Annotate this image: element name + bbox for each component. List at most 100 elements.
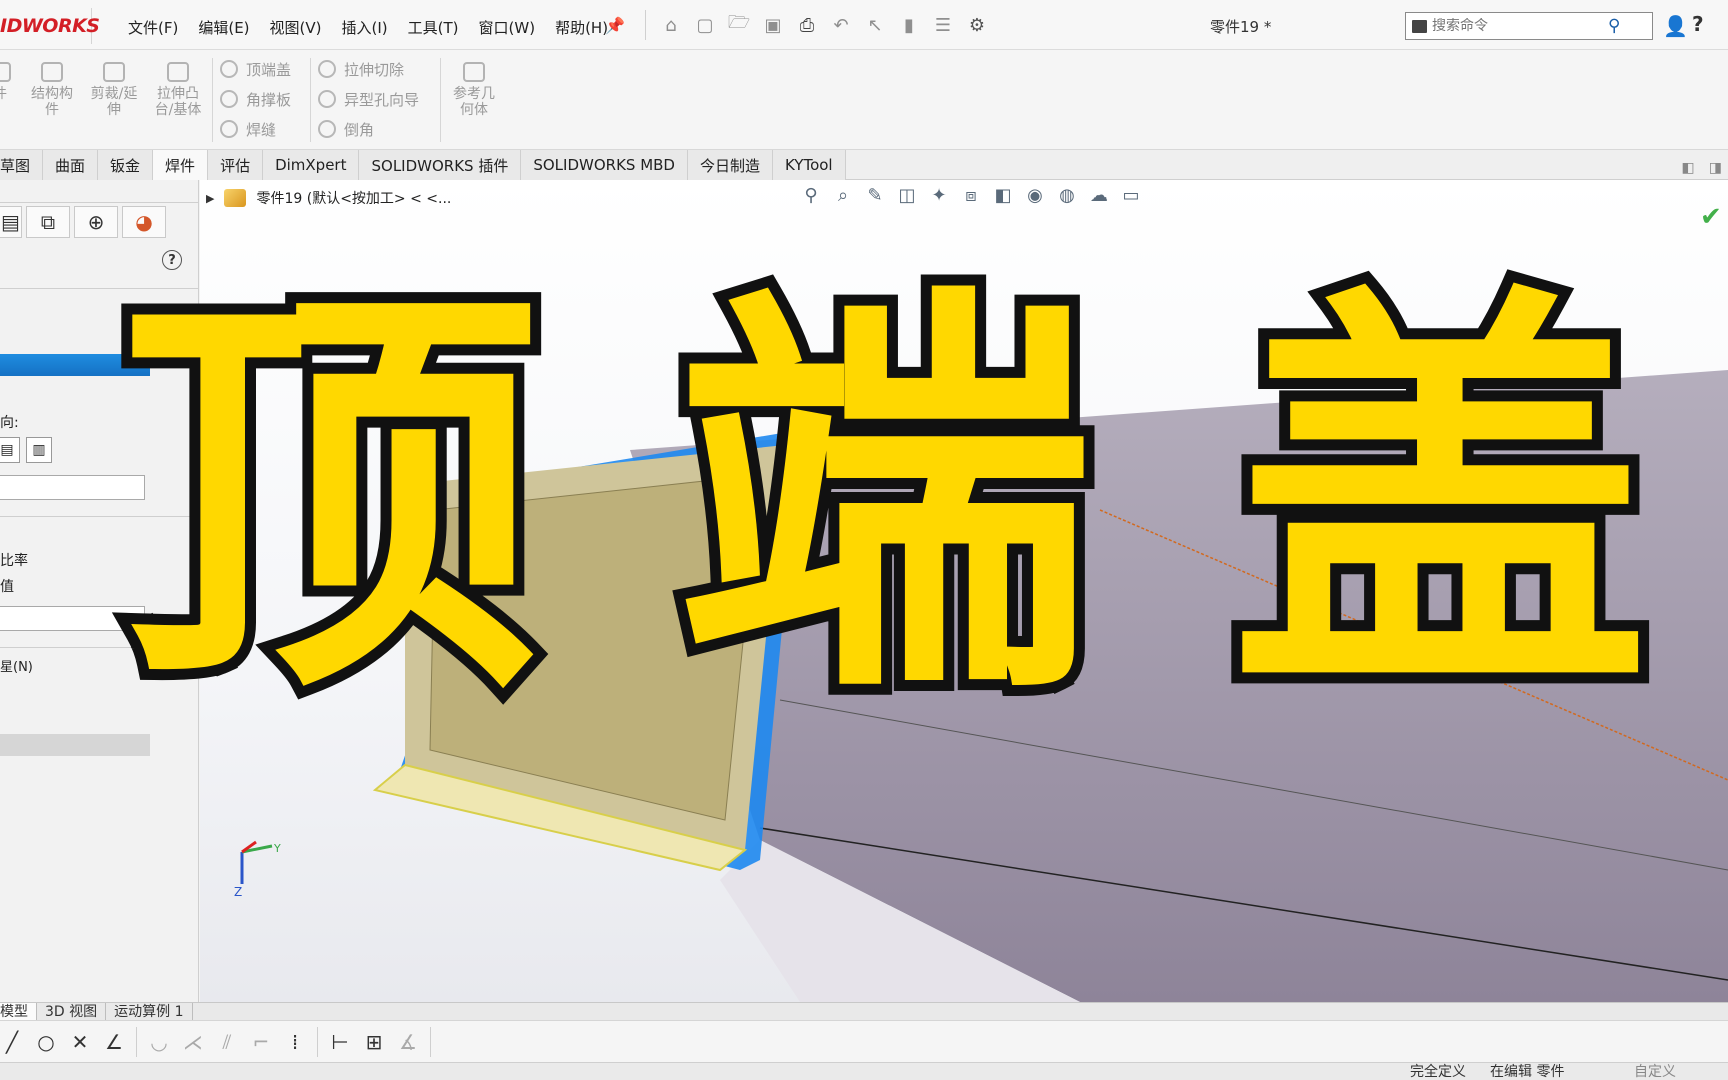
gusset-button[interactable]: 角撑板: [220, 86, 291, 112]
structural-member-button[interactable]: 结构构 件: [22, 62, 82, 118]
grid-icon[interactable]: ⊞: [362, 1030, 386, 1054]
menu-view[interactable]: 视图(V): [260, 13, 332, 42]
chamfer-icon: [318, 120, 336, 138]
new-document-icon[interactable]: ▢: [692, 12, 718, 38]
property-manager-tab-icon[interactable]: ⧉: [26, 206, 70, 238]
mirror-icon[interactable]: ⋌: [181, 1030, 205, 1054]
zoom-to-area-icon[interactable]: ⌕: [832, 184, 854, 206]
option-n-label: 星(N): [0, 660, 33, 675]
hole-wizard-button[interactable]: 异型孔向导: [318, 86, 419, 112]
tab-3d-views[interactable]: 3D 视图: [37, 1003, 107, 1021]
menu-tools[interactable]: 工具(T): [398, 13, 469, 42]
tab-weldments[interactable]: 焊件: [153, 150, 209, 180]
appearance-tab-icon[interactable]: ◕: [122, 206, 166, 238]
save-icon[interactable]: ▣: [760, 12, 786, 38]
panel-divider: [0, 288, 198, 289]
scroll-left-icon[interactable]: ◧: [1682, 160, 1695, 176]
file-properties-icon[interactable]: ☰: [930, 12, 956, 38]
structural-member-icon: [41, 62, 63, 82]
extruded-cut-button[interactable]: 拉伸切除: [318, 56, 404, 82]
hole-wizard-icon: [318, 90, 336, 108]
help-circle-icon[interactable]: ?: [162, 250, 182, 270]
edit-appearance-icon[interactable]: ◍: [1056, 184, 1078, 206]
tab-surfaces[interactable]: 曲面: [43, 150, 99, 180]
trim-extend-button[interactable]: 剪裁/延 伸: [84, 62, 144, 118]
selected-group-bar[interactable]: [0, 354, 150, 376]
reference-geometry-button[interactable]: 参考几 何体: [444, 62, 504, 118]
pin-icon[interactable]: 📌: [605, 16, 625, 35]
fillet-icon[interactable]: ◡: [147, 1030, 171, 1054]
configuration-manager-tab-icon[interactable]: ⊕: [74, 206, 118, 238]
confirm-check-icon[interactable]: ✔: [1700, 202, 1722, 232]
end-cap-icon: [220, 60, 238, 78]
print-icon[interactable]: ⎙: [794, 12, 820, 38]
collapsed-group-bar[interactable]: [0, 734, 150, 756]
open-folder-icon[interactable]: 🗁: [726, 12, 752, 38]
menu-edit[interactable]: 编辑(E): [188, 13, 259, 42]
dimension-icon[interactable]: ⊢: [328, 1030, 352, 1054]
tab-kytool[interactable]: KYTool: [773, 150, 846, 180]
main-menu: 文件(F) 编辑(E) 视图(V) 插入(I) 工具(T) 窗口(W) 帮助(H…: [118, 13, 618, 42]
menu-file[interactable]: 文件(F): [118, 13, 188, 42]
solidworks-logo[interactable]: IDWORKS: [0, 8, 100, 44]
direction-inward-icon[interactable]: ▥: [26, 437, 52, 463]
view-settings-icon[interactable]: ▭: [1120, 184, 1142, 206]
tab-sheet-metal[interactable]: 钣金: [98, 150, 154, 180]
tab-motion-study[interactable]: 运动算例 1: [106, 1003, 193, 1021]
search-icon[interactable]: ⚲: [1608, 16, 1620, 36]
value-input[interactable]: [0, 606, 145, 631]
zoom-to-fit-icon[interactable]: ⚲: [800, 184, 822, 206]
tab-solidworks-mbd[interactable]: SOLIDWORKS MBD: [521, 150, 688, 180]
trim-icon[interactable]: ✕: [68, 1030, 92, 1054]
search-input[interactable]: [1432, 18, 1602, 34]
corner-icon[interactable]: ⌐: [249, 1030, 273, 1054]
view-orientation-icon[interactable]: ⧈: [960, 184, 982, 206]
weld-bead-icon: [220, 120, 238, 138]
rebuild-icon[interactable]: ▮: [896, 12, 922, 38]
panel-tabs: ▤ ⧉ ⊕ ◕: [0, 206, 198, 240]
feature-tree-tab-icon[interactable]: ▤: [0, 206, 22, 238]
tab-dimxpert[interactable]: DimXpert: [263, 150, 360, 180]
previous-view-icon[interactable]: ✎: [864, 184, 886, 206]
ratio-label: 比率: [0, 553, 28, 569]
toolbar-divider: [430, 1026, 431, 1057]
direction-outward-icon[interactable]: ▤: [0, 437, 20, 463]
undo-icon[interactable]: ↶: [828, 12, 854, 38]
tab-model[interactable]: 模型: [0, 1003, 37, 1021]
line-icon[interactable]: ╱: [0, 1030, 24, 1054]
options-gear-icon[interactable]: ⚙: [964, 12, 990, 38]
menu-insert[interactable]: 插入(I): [332, 13, 398, 42]
weld-bead-button[interactable]: 焊缝: [220, 116, 276, 142]
circle-icon[interactable]: ○: [34, 1030, 58, 1054]
tab-evaluate[interactable]: 评估: [208, 150, 264, 180]
parallel-icon[interactable]: ⫽: [215, 1030, 239, 1054]
expand-arrow-icon[interactable]: ▶: [206, 192, 214, 205]
help-icon[interactable]: ?: [1692, 12, 1704, 36]
scroll-right-icon[interactable]: ◨: [1709, 160, 1722, 176]
status-custom[interactable]: 自定义: [1634, 1063, 1676, 1080]
model-view-tabs: 模型 3D 视图 运动算例 1: [0, 1002, 1728, 1021]
extrude-boss-button[interactable]: 拉伸凸 台/基体: [148, 62, 208, 118]
tab-sketch[interactable]: 草图: [0, 150, 44, 180]
point-icon[interactable]: ⁞: [283, 1030, 307, 1054]
user-icon[interactable]: 👤: [1663, 14, 1688, 38]
offset-icon[interactable]: ∠: [102, 1030, 126, 1054]
hide-show-items-icon[interactable]: ◉: [1024, 184, 1046, 206]
end-cap-button[interactable]: 顶端盖: [220, 56, 291, 82]
graphics-viewport[interactable]: ▶ 零件19 (默认<按加工> < <... ⚲ ⌕ ✎ ◫ ✦ ⧈ ◧ ◉ ◍…: [200, 180, 1728, 1002]
property-manager-panel: ▤ ⧉ ⊕ ◕ ? 向: ▤ ▥ 比率 值 星(N): [0, 180, 199, 1002]
tab-manufacturing[interactable]: 今日制造: [687, 150, 773, 180]
display-style-icon[interactable]: ◧: [992, 184, 1014, 206]
tab-solidworks-addins[interactable]: SOLIDWORKS 插件: [359, 150, 522, 180]
chamfer-button[interactable]: 倒角: [318, 116, 374, 142]
dynamic-annotation-icon[interactable]: ✦: [928, 184, 950, 206]
menu-window[interactable]: 窗口(W): [469, 13, 546, 42]
heads-up-view-toolbar: ⚲ ⌕ ✎ ◫ ✦ ⧈ ◧ ◉ ◍ ☁ ▭: [800, 184, 1142, 206]
select-arrow-icon[interactable]: ↖: [862, 12, 888, 38]
angle-icon[interactable]: ∡: [396, 1030, 420, 1054]
apply-scene-icon[interactable]: ☁: [1088, 184, 1110, 206]
section-view-icon[interactable]: ◫: [896, 184, 918, 206]
thickness-input[interactable]: [0, 475, 145, 500]
home-icon[interactable]: ⌂: [658, 12, 684, 38]
feature-breadcrumb[interactable]: ▶ 零件19 (默认<按加工> < <...: [206, 188, 451, 208]
